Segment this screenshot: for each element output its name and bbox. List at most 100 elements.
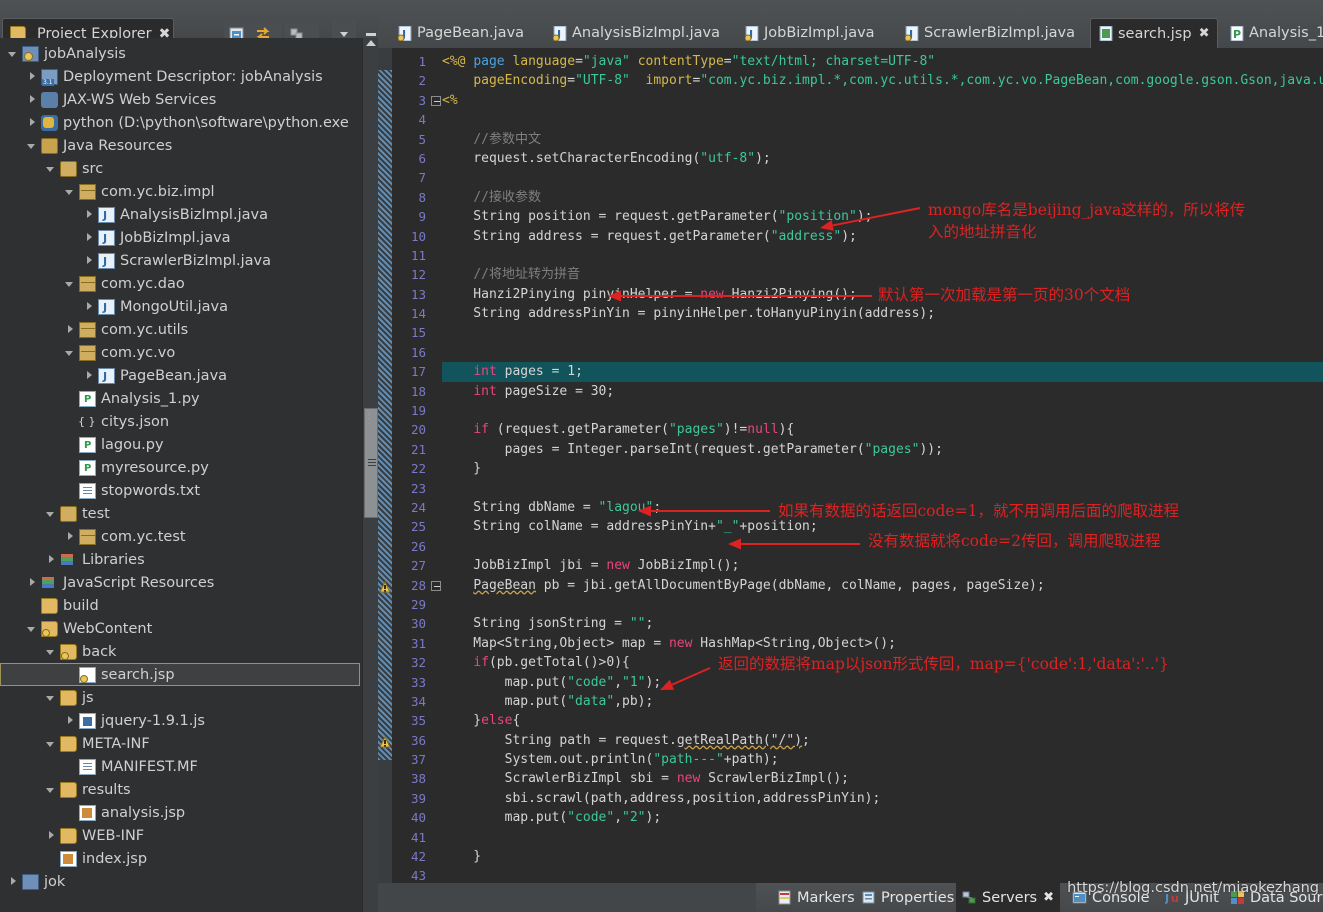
- code-line[interactable]: int pages = 1;: [442, 362, 1323, 381]
- code-line[interactable]: }: [442, 459, 1323, 478]
- close-icon[interactable]: ✖: [1199, 26, 1210, 41]
- code-line[interactable]: <%@ page language="java" contentType="te…: [442, 52, 1323, 71]
- tree-expand-arrow-closed-icon[interactable]: [65, 324, 77, 336]
- editor-tab-pagebean-java[interactable]: J PageBean.java: [390, 18, 532, 48]
- tree-item-com-yc-utils[interactable]: com.yc.utils: [0, 318, 362, 341]
- code-line[interactable]: }else{: [442, 711, 1323, 730]
- tree-item-analysis-jsp[interactable]: analysis.jsp: [0, 801, 362, 824]
- bottom-tab-servers[interactable]: Servers ✖: [956, 883, 1061, 912]
- tree-expand-arrow-open-icon[interactable]: [46, 692, 58, 704]
- project-tree[interactable]: jobAnalysis Deployment Descriptor: jobAna…: [0, 38, 362, 912]
- tree-item-build[interactable]: build: [0, 594, 362, 617]
- code-line[interactable]: String jsonString = "";: [442, 614, 1323, 633]
- scroll-up-arrow-icon[interactable]: [366, 40, 376, 46]
- view-splitter-handle[interactable]: ⋮: [363, 408, 376, 430]
- tree-item-scrawlerbizimpl-java[interactable]: ScrawlerBizImpl.java: [0, 249, 362, 272]
- code-line[interactable]: //参数中文: [442, 130, 1323, 149]
- code-line[interactable]: [442, 479, 1323, 498]
- code-line[interactable]: String dbName = "lagou";: [442, 498, 1323, 517]
- tree-expand-arrow-closed-icon[interactable]: [27, 117, 39, 129]
- code-line[interactable]: String address = request.getParameter("a…: [442, 227, 1323, 246]
- code-text[interactable]: <%@ page language="java" contentType="te…: [442, 48, 1323, 883]
- tree-item-myresource-py[interactable]: myresource.py: [0, 456, 362, 479]
- tree-expand-arrow-closed-icon[interactable]: [46, 554, 58, 566]
- tree-item-com-yc-biz-impl[interactable]: com.yc.biz.impl: [0, 180, 362, 203]
- tree-expand-arrow-closed-icon[interactable]: [27, 577, 39, 589]
- tree-item-jobanalysis[interactable]: jobAnalysis: [0, 42, 362, 65]
- editor-tab-analysisbizimpl-java[interactable]: J AnalysisBizImpl.java: [545, 18, 728, 48]
- tree-item-index-jsp[interactable]: index.jsp: [0, 847, 362, 870]
- tree-item-jax-ws-web-services[interactable]: JAX-WS Web Services: [0, 88, 362, 111]
- tree-expand-arrow-open-icon[interactable]: [46, 784, 58, 796]
- tree-expand-arrow-closed-icon[interactable]: [84, 255, 96, 267]
- tree-expand-arrow-closed-icon[interactable]: [84, 370, 96, 382]
- tree-item-webcontent[interactable]: WebContent: [0, 617, 362, 640]
- tree-item-jquery-1-9-1-js[interactable]: jquery-1.9.1.js: [0, 709, 362, 732]
- code-line[interactable]: [442, 595, 1323, 614]
- tree-expand-arrow-closed-icon[interactable]: [27, 71, 39, 83]
- code-line[interactable]: [442, 323, 1323, 342]
- code-line[interactable]: String position = request.getParameter("…: [442, 207, 1323, 226]
- code-line[interactable]: PageBean pb = jbi.getAllDocumentByPage(d…: [442, 576, 1323, 595]
- tree-item-com-yc-test[interactable]: com.yc.test: [0, 525, 362, 548]
- tree-expand-arrow-closed-icon[interactable]: [65, 531, 77, 543]
- tree-expand-arrow-closed-icon[interactable]: [84, 209, 96, 221]
- close-icon[interactable]: ✖: [1043, 890, 1054, 905]
- code-line[interactable]: map.put("code","1");: [442, 673, 1323, 692]
- code-line[interactable]: [442, 168, 1323, 187]
- code-line[interactable]: <%: [442, 91, 1323, 110]
- code-line[interactable]: [442, 110, 1323, 129]
- code-line[interactable]: int pageSize = 30;: [442, 382, 1323, 401]
- tree-item-js[interactable]: js: [0, 686, 362, 709]
- tree-expand-arrow-open-icon[interactable]: [65, 186, 77, 198]
- tree-expand-arrow-closed-icon[interactable]: [65, 715, 77, 727]
- tree-item-com-yc-vo[interactable]: com.yc.vo: [0, 341, 362, 364]
- bottom-tab-properties[interactable]: Properties: [855, 883, 960, 912]
- tree-expand-arrow-closed-icon[interactable]: [8, 876, 20, 888]
- tree-expand-arrow-open-icon[interactable]: [46, 646, 58, 658]
- code-line[interactable]: //将地址转为拼音: [442, 265, 1323, 284]
- code-editor[interactable]: 1 2 3 4 5 6 7 8 9 10 11 12 13 14 15 16 17 18 19 20 21 22 23 24 2…: [378, 48, 1323, 883]
- code-line[interactable]: map.put("data",pb);: [442, 692, 1323, 711]
- code-line[interactable]: pageEncoding="UTF-8" import="com.yc.biz.…: [442, 71, 1323, 90]
- tree-item-back[interactable]: back: [0, 640, 362, 663]
- tree-item-results[interactable]: results: [0, 778, 362, 801]
- tree-expand-arrow-closed-icon[interactable]: [84, 232, 96, 244]
- tree-item-jobbizimpl-java[interactable]: JobBizImpl.java: [0, 226, 362, 249]
- code-line[interactable]: if (request.getParameter("pages")!=null)…: [442, 420, 1323, 439]
- code-line[interactable]: String path = request.getRealPath("/");: [442, 731, 1323, 750]
- code-line[interactable]: request.setCharacterEncoding("utf-8");: [442, 149, 1323, 168]
- code-line[interactable]: JobBizImpl jbi = new JobBizImpl();: [442, 556, 1323, 575]
- tree-item-src[interactable]: src: [0, 157, 362, 180]
- tree-item-python-d-python-software-python-exe[interactable]: python (D:\python\software\python.exe: [0, 111, 362, 134]
- tree-expand-arrow-open-icon[interactable]: [46, 163, 58, 175]
- code-line[interactable]: ScrawlerBizImpl sbi = new ScrawlerBizImp…: [442, 769, 1323, 788]
- code-line[interactable]: map.put("code","2");: [442, 808, 1323, 827]
- tree-item-analysis-1-py[interactable]: Analysis_1.py: [0, 387, 362, 410]
- tree-item-libraries[interactable]: Libraries: [0, 548, 362, 571]
- warning-marker-icon[interactable]: [379, 579, 391, 593]
- tree-item-java-resources[interactable]: Java Resources: [0, 134, 362, 157]
- tree-expand-arrow-closed-icon[interactable]: [46, 830, 58, 842]
- tree-expand-arrow-open-icon[interactable]: [65, 278, 77, 290]
- code-line[interactable]: [442, 343, 1323, 362]
- tree-expand-arrow-open-icon[interactable]: [46, 738, 58, 750]
- editor-tab-search-jsp[interactable]: search.jsp ✖: [1090, 18, 1219, 48]
- tree-item-jok[interactable]: jok: [0, 870, 362, 893]
- editor-tab-analysis-1[interactable]: P Analysis_1: [1222, 18, 1323, 48]
- tree-item-deployment-descriptor-jobanalysis[interactable]: Deployment Descriptor: jobAnalysis: [0, 65, 362, 88]
- tree-item-search-jsp[interactable]: search.jsp: [0, 663, 360, 686]
- code-line[interactable]: [442, 828, 1323, 847]
- tree-item-meta-inf[interactable]: META-INF: [0, 732, 362, 755]
- code-line[interactable]: //接收参数: [442, 188, 1323, 207]
- tree-expand-arrow-open-icon[interactable]: [27, 140, 39, 152]
- tree-item-web-inf[interactable]: WEB-INF: [0, 824, 362, 847]
- project-tree-scrollbar[interactable]: [362, 38, 378, 912]
- folding-gutter[interactable]: [430, 48, 442, 883]
- fold-collapse-icon[interactable]: [431, 95, 441, 106]
- tree-item-com-yc-dao[interactable]: com.yc.dao: [0, 272, 362, 295]
- tree-expand-arrow-open-icon[interactable]: [27, 623, 39, 635]
- editor-tab-jobbizimpl-java[interactable]: J JobBizImpl.java: [737, 18, 883, 48]
- tree-expand-arrow-open-icon[interactable]: [46, 508, 58, 520]
- tree-item-stopwords-txt[interactable]: stopwords.txt: [0, 479, 362, 502]
